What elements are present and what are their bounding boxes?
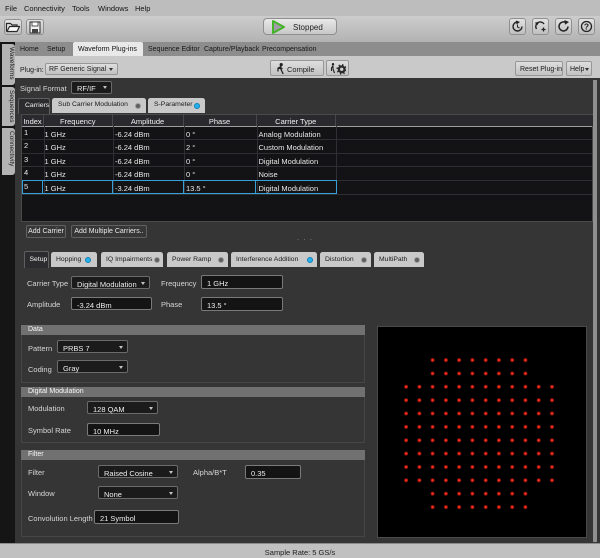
svg-text:?: ? — [584, 21, 589, 31]
